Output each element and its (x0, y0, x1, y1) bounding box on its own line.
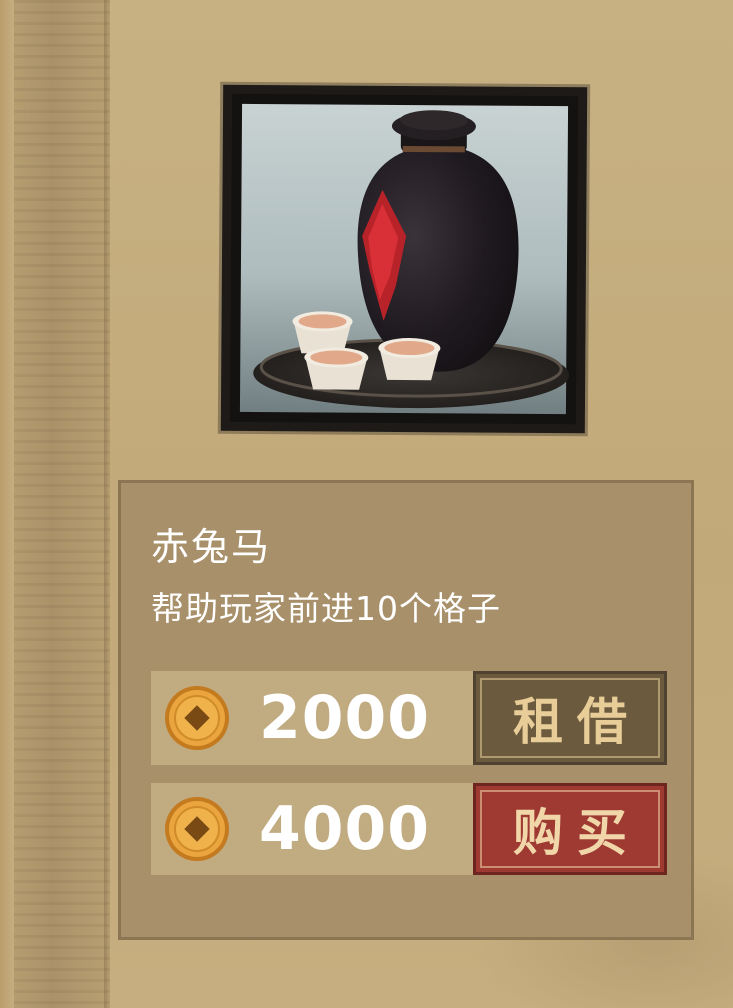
buy-button[interactable]: 购买 (473, 783, 667, 875)
copper-coin-icon (165, 797, 229, 861)
buy-price-value: 4000 (259, 794, 430, 864)
wine-jar-with-cups-icon (229, 93, 579, 425)
item-image (220, 84, 588, 434)
item-name: 赤兔马 (151, 525, 272, 569)
scroll-strip-decoration (14, 0, 110, 1008)
scroll-strip-shadow (104, 0, 110, 1008)
buy-price-row: 4000 购买 (151, 783, 667, 875)
copper-coin-icon (165, 686, 229, 750)
rent-price-value: 2000 (259, 683, 430, 753)
rent-button[interactable]: 租借 (473, 671, 667, 765)
rent-price-row: 2000 租借 (151, 671, 667, 765)
item-description: 帮助玩家前进10个格子 (151, 589, 501, 628)
item-info-panel: 赤兔马 帮助玩家前进10个格子 2000 租借 4000 购买 (118, 480, 694, 940)
